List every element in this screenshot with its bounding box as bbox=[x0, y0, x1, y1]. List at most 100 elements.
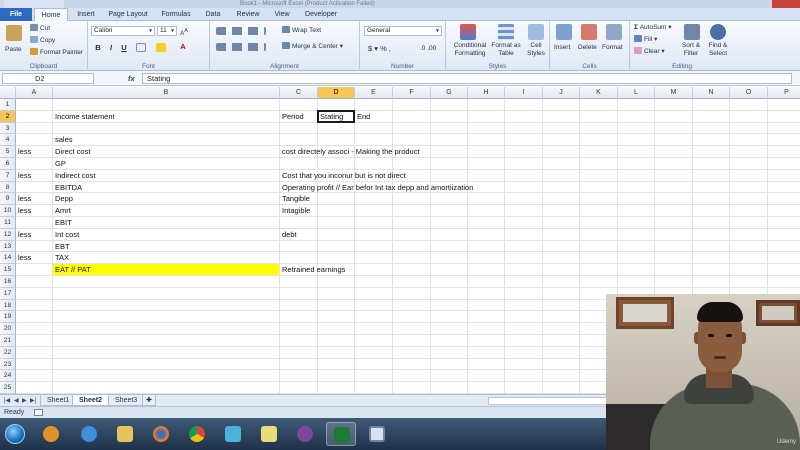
row-header-18[interactable]: 18 bbox=[0, 299, 16, 312]
selected-cell[interactable] bbox=[317, 109, 355, 123]
macro-record-icon[interactable] bbox=[34, 409, 43, 416]
cell-b10[interactable]: Amrt bbox=[53, 205, 71, 216]
tab-formulas[interactable]: Formulas bbox=[156, 8, 196, 21]
cell-b9[interactable]: Depp bbox=[53, 193, 73, 204]
cell-b8[interactable]: EBITDA bbox=[53, 182, 82, 193]
row-header-4[interactable]: 4 bbox=[0, 134, 16, 147]
cell-b6[interactable]: GP bbox=[53, 158, 66, 169]
clear-button[interactable]: Clear ▾ bbox=[634, 47, 665, 56]
sort-filter-button[interactable]: Sort & Filter bbox=[678, 42, 704, 58]
copy-button[interactable]: Copy bbox=[30, 36, 55, 45]
select-all-corner[interactable] bbox=[0, 87, 16, 99]
cell-a5[interactable]: less bbox=[16, 146, 31, 157]
font-size-select[interactable]: 11 ▼ bbox=[157, 26, 177, 36]
row-header-23[interactable]: 23 bbox=[0, 358, 16, 371]
conditional-formatting-button[interactable]: Conditional Formatting bbox=[450, 42, 490, 58]
ribbon-help-controls[interactable] bbox=[748, 11, 794, 19]
column-header-i[interactable]: I bbox=[505, 87, 543, 99]
tab-page-layout[interactable]: Page Layout bbox=[104, 8, 152, 21]
row-header-1[interactable]: 1 bbox=[0, 99, 16, 111]
borders-icon[interactable] bbox=[136, 43, 146, 52]
find-select-button[interactable]: Find & Select bbox=[704, 42, 732, 58]
prev-sheet-icon[interactable]: ◀ bbox=[14, 397, 19, 404]
formula-input[interactable]: Stating bbox=[142, 73, 792, 84]
tab-insert[interactable]: Insert bbox=[70, 8, 102, 21]
format-painter-button[interactable]: Format Painter bbox=[30, 48, 83, 57]
cell-b5[interactable]: Direct cost bbox=[53, 146, 90, 157]
next-sheet-icon[interactable]: ▶ bbox=[22, 397, 27, 404]
cell-c5[interactable]: cost directely associ - Making the produ… bbox=[280, 146, 420, 157]
row-header-20[interactable]: 20 bbox=[0, 323, 16, 335]
sheet-tab-sheet1[interactable]: Sheet1 bbox=[40, 395, 77, 406]
decimal-buttons[interactable]: .0 .00 bbox=[420, 44, 436, 53]
cell-c7[interactable]: Cost that you inconur but is not direct bbox=[280, 170, 406, 181]
font-name-select[interactable]: Calibri ▼ bbox=[91, 26, 155, 36]
tab-data[interactable]: Data bbox=[198, 8, 228, 21]
row-header-12[interactable]: 12 bbox=[0, 228, 16, 241]
first-sheet-icon[interactable]: |◀ bbox=[4, 397, 10, 404]
row-header-10[interactable]: 10 bbox=[0, 205, 16, 217]
insert-button[interactable]: Insert bbox=[554, 43, 570, 52]
delete-button[interactable]: Delete bbox=[578, 43, 597, 52]
taskbar-snipping-tool[interactable] bbox=[218, 422, 248, 446]
column-header-m[interactable]: M bbox=[655, 87, 693, 99]
column-header-b[interactable]: B bbox=[53, 87, 280, 99]
taskbar-file-explorer[interactable] bbox=[110, 422, 140, 446]
tab-developer[interactable]: Developer bbox=[298, 8, 344, 21]
row-header-14[interactable]: 14 bbox=[0, 252, 16, 265]
row-header-6[interactable]: 6 bbox=[0, 158, 16, 170]
cell-c15[interactable]: Retrained earnings bbox=[280, 264, 345, 275]
format-button[interactable]: Format bbox=[602, 43, 623, 52]
font-color-icon[interactable]: A bbox=[178, 42, 188, 51]
column-header-f[interactable]: F bbox=[393, 87, 431, 99]
fx-icon[interactable]: fx bbox=[128, 73, 135, 84]
cell-b2[interactable]: Income statement bbox=[53, 111, 115, 122]
horizontal-align-icons[interactable] bbox=[216, 43, 266, 51]
row-header-7[interactable]: 7 bbox=[0, 169, 16, 182]
cell-b7[interactable]: Indirect cost bbox=[53, 170, 95, 181]
underline-button[interactable]: U bbox=[119, 43, 129, 52]
row-header-2[interactable]: 2 bbox=[0, 110, 16, 123]
cell-e2[interactable]: End bbox=[355, 111, 370, 122]
horizontal-scrollbar[interactable] bbox=[488, 397, 608, 405]
row-header-13[interactable]: 13 bbox=[0, 240, 16, 253]
wrap-text-button[interactable]: Wrap Text bbox=[282, 26, 321, 35]
row-header-9[interactable]: 9 bbox=[0, 193, 16, 206]
column-header-p[interactable]: P bbox=[768, 87, 800, 99]
row-header-21[interactable]: 21 bbox=[0, 335, 16, 347]
cell-c8[interactable]: Operating profit // Ear befor Int tax de… bbox=[280, 182, 473, 193]
column-header-c[interactable]: C bbox=[280, 87, 318, 99]
column-header-a[interactable]: A bbox=[16, 87, 53, 99]
cell-c12[interactable]: debt bbox=[280, 229, 297, 240]
last-sheet-icon[interactable]: ▶| bbox=[30, 397, 36, 404]
sheet-tab-sheet3[interactable]: Sheet3 bbox=[108, 395, 145, 406]
taskbar-media-player[interactable] bbox=[36, 422, 66, 446]
row-header-16[interactable]: 16 bbox=[0, 276, 16, 288]
row-header-5[interactable]: 5 bbox=[0, 146, 16, 158]
number-format-select[interactable]: General ▼ bbox=[364, 26, 442, 36]
taskbar-sticky-notes[interactable] bbox=[254, 422, 284, 446]
taskbar-internet-explorer[interactable] bbox=[74, 422, 104, 446]
taskbar-tor[interactable] bbox=[290, 422, 320, 446]
cell-a7[interactable]: less bbox=[16, 170, 31, 181]
italic-button[interactable]: I bbox=[106, 43, 116, 52]
cell-c2[interactable]: Period bbox=[280, 111, 304, 122]
currency-button[interactable]: $ ▾ % , bbox=[368, 44, 391, 53]
row-header-17[interactable]: 17 bbox=[0, 287, 16, 300]
name-box[interactable]: D2 bbox=[2, 73, 94, 84]
tab-home[interactable]: Home bbox=[34, 8, 68, 21]
format-as-table-button[interactable]: Format as Table bbox=[490, 42, 522, 58]
taskbar-presentation[interactable] bbox=[362, 422, 392, 446]
tab-view[interactable]: View bbox=[268, 8, 296, 21]
taskbar-firefox[interactable] bbox=[146, 422, 176, 446]
autosum-button[interactable]: Σ AutoSum ▾ bbox=[634, 23, 672, 32]
cell-b11[interactable]: EBIT bbox=[53, 217, 72, 228]
start-button[interactable] bbox=[2, 422, 28, 446]
paste-button[interactable]: Paste bbox=[5, 45, 22, 54]
column-header-k[interactable]: K bbox=[580, 87, 618, 99]
cell-b12[interactable]: Int cost bbox=[53, 229, 79, 240]
sheet-tab-sheet2[interactable]: Sheet2 bbox=[72, 395, 109, 406]
tab-file[interactable]: File bbox=[0, 8, 32, 21]
fill-button[interactable]: Fill ▾ bbox=[634, 35, 657, 44]
cell-c9[interactable]: Tangible bbox=[280, 193, 310, 204]
